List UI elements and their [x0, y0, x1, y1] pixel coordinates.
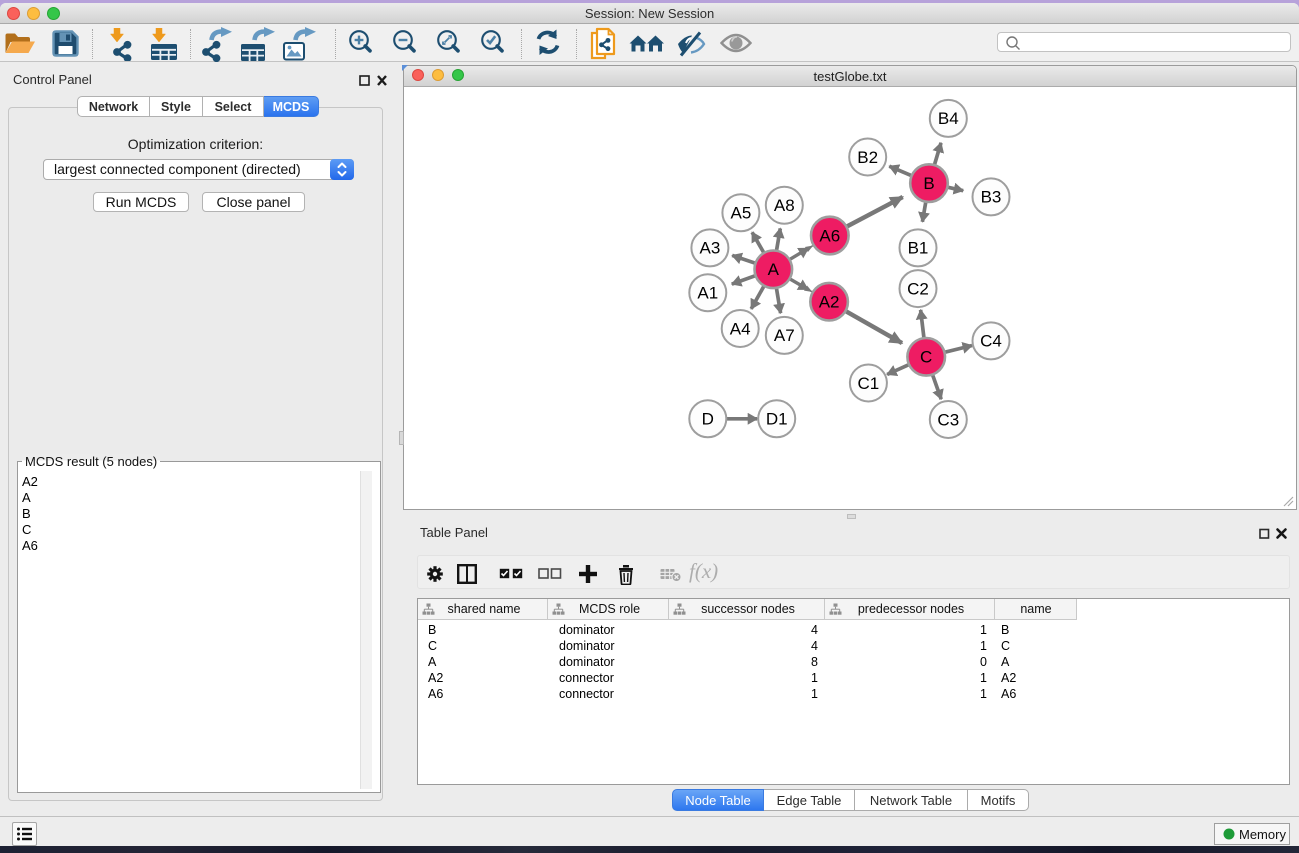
svg-text:C4: C4	[980, 332, 1002, 351]
svg-text:D: D	[702, 410, 714, 429]
svg-text:A: A	[768, 260, 780, 279]
svg-text:A6: A6	[819, 226, 840, 245]
svg-text:A1: A1	[697, 284, 718, 303]
svg-text:B2: B2	[857, 148, 878, 167]
svg-text:A4: A4	[730, 319, 751, 338]
svg-text:C2: C2	[907, 279, 929, 298]
svg-text:B4: B4	[938, 109, 959, 128]
svg-text:C: C	[920, 348, 932, 367]
svg-text:A7: A7	[774, 326, 795, 345]
svg-text:C1: C1	[858, 374, 880, 393]
svg-text:B: B	[923, 174, 934, 193]
svg-text:A8: A8	[774, 196, 795, 215]
svg-text:A5: A5	[731, 204, 752, 223]
svg-text:A2: A2	[819, 293, 840, 312]
svg-text:B3: B3	[981, 188, 1002, 207]
svg-text:A3: A3	[700, 239, 721, 258]
svg-text:D1: D1	[766, 410, 788, 429]
svg-text:C3: C3	[937, 410, 959, 429]
svg-text:B1: B1	[908, 239, 929, 258]
